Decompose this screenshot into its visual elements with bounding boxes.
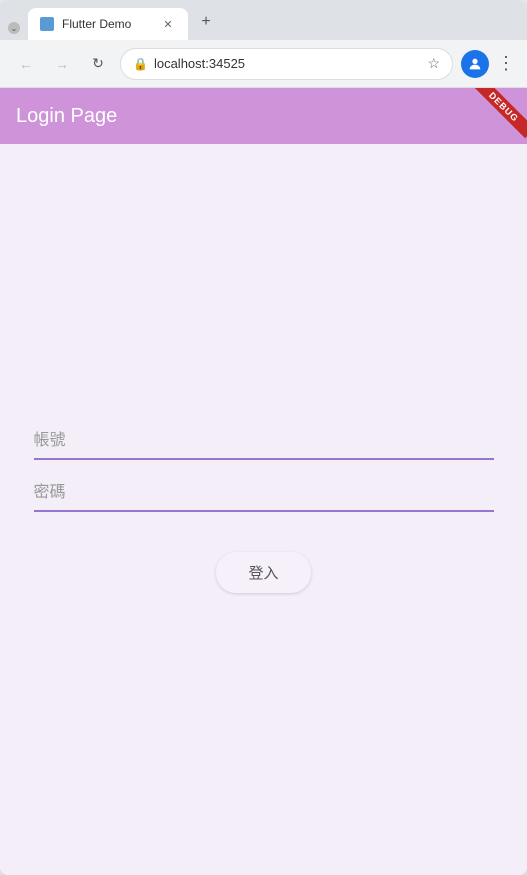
app-bar-title: Login Page (16, 105, 117, 128)
username-field-container (34, 424, 494, 460)
refresh-button[interactable]: ↻ (84, 50, 112, 78)
password-input[interactable] (34, 476, 494, 512)
password-field-container (34, 476, 494, 512)
login-form: 登入 (34, 424, 494, 593)
lock-icon: 🔒 (133, 57, 148, 71)
tab-left-controls: ⌄ (8, 22, 20, 34)
debug-banner (467, 88, 527, 148)
url-bar[interactable]: 🔒 localhost:34525 ☆ (120, 48, 453, 80)
bookmark-icon[interactable]: ☆ (427, 55, 440, 72)
app-content: Login Page 登入 (0, 88, 527, 875)
login-button[interactable]: 登入 (216, 552, 310, 593)
profile-button[interactable] (461, 50, 489, 78)
browser-window: ⌄ Flutter Demo ✕ + ← → ↻ 🔒 localhost:345… (0, 0, 527, 875)
url-text: localhost:34525 (154, 56, 421, 71)
tab-close-button[interactable]: ✕ (160, 16, 176, 32)
username-input[interactable] (34, 424, 494, 460)
browser-tab[interactable]: Flutter Demo ✕ (28, 8, 188, 40)
tab-title: Flutter Demo (62, 17, 152, 31)
tab-favicon-icon (40, 17, 54, 31)
tab-control-collapse[interactable]: ⌄ (8, 22, 20, 34)
forward-button[interactable]: → (48, 50, 76, 78)
new-tab-button[interactable]: + (192, 8, 220, 36)
browser-menu-button[interactable]: ⋮ (497, 53, 515, 74)
app-bar: Login Page (0, 88, 527, 144)
back-button[interactable]: ← (12, 50, 40, 78)
tab-bar: ⌄ Flutter Demo ✕ + (0, 0, 527, 40)
address-bar: ← → ↻ 🔒 localhost:34525 ☆ ⋮ (0, 40, 527, 88)
page-body: 登入 (0, 144, 527, 875)
